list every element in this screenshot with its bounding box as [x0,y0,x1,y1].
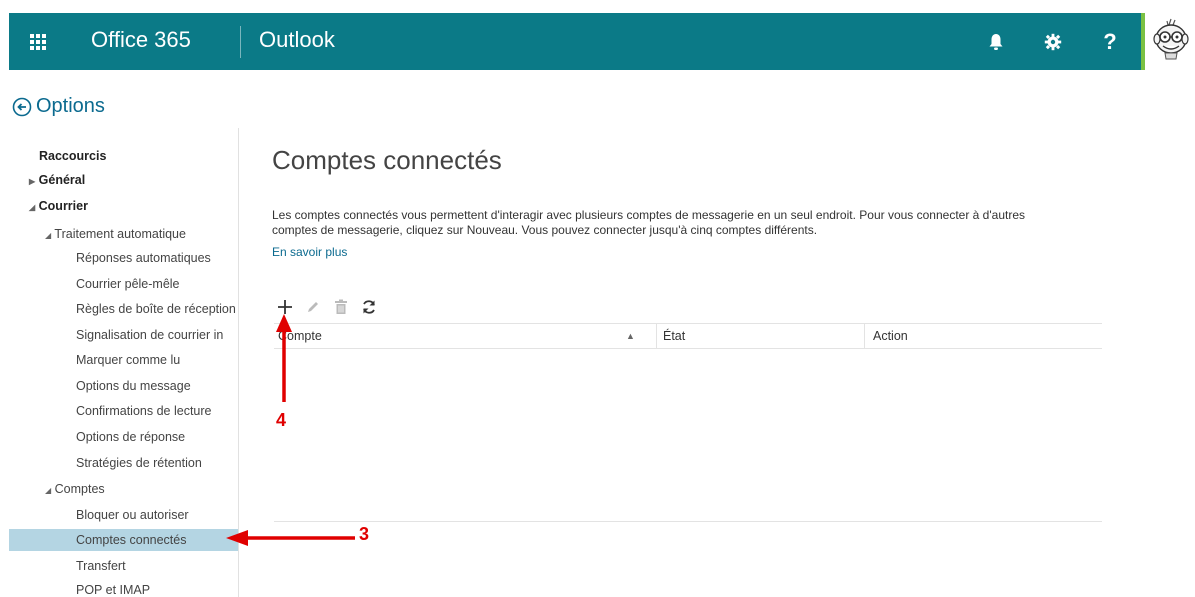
annotation-arrowhead-3 [226,530,248,546]
annotation-arrowhead-4 [276,314,292,332]
annotation-label-4: 4 [276,410,287,430]
annotation-label-3: 3 [359,524,370,544]
annotation-overlay [226,314,355,546]
